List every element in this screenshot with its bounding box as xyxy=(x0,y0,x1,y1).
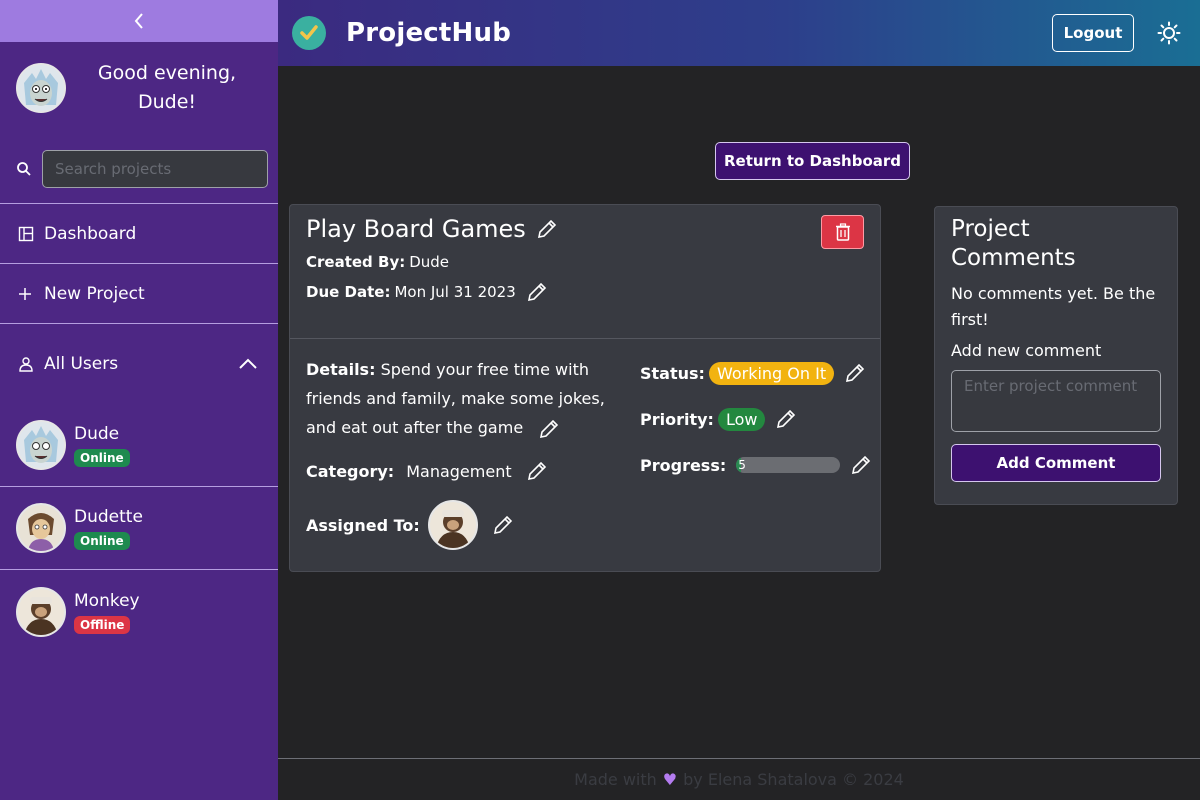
status-badge: Online xyxy=(74,449,130,467)
project-title: Play Board Games xyxy=(306,215,526,243)
search-icon xyxy=(17,161,31,176)
rick-avatar-icon xyxy=(18,422,64,468)
avatar xyxy=(16,420,66,470)
priority-badge: Low xyxy=(717,407,766,431)
search-row xyxy=(0,134,278,204)
project-card-header: Play Board Games Created By: Dude Due Da… xyxy=(290,205,880,339)
edit-category-pencil-icon[interactable] xyxy=(526,460,548,482)
dashboard-icon xyxy=(18,226,36,242)
status-badge: Online xyxy=(74,532,130,550)
edit-progress-pencil-icon[interactable] xyxy=(850,454,872,476)
edit-assignee-pencil-icon[interactable] xyxy=(492,514,514,536)
assignee-avatar[interactable] xyxy=(427,500,478,550)
progress-row: Progress: 5 xyxy=(640,451,872,479)
avatar xyxy=(16,503,66,553)
comments-card: Project Comments No comments yet. Be the… xyxy=(934,206,1178,505)
delete-project-button[interactable] xyxy=(821,215,864,249)
details-row: Details: Spend your free time with frien… xyxy=(306,355,636,442)
heart-icon: ♥ xyxy=(662,770,678,789)
due-date-label: Due Date: xyxy=(306,283,391,301)
project-title-row: Play Board Games xyxy=(306,215,864,243)
all-users-header[interactable]: All Users xyxy=(0,324,278,404)
search-input[interactable] xyxy=(42,149,268,188)
priority-label: Priority: xyxy=(640,409,714,429)
user-info: Dudette Online xyxy=(74,506,143,550)
assigned-label: Assigned To: xyxy=(306,515,420,535)
details-label: Details: xyxy=(306,360,376,379)
created-by-label: Created By: xyxy=(306,253,406,271)
all-users-label: All Users xyxy=(44,354,119,374)
project-card-body: Details: Spend your free time with frien… xyxy=(290,339,880,571)
user-info: Monkey Offline xyxy=(74,590,140,634)
check-logo-icon xyxy=(292,16,326,50)
status-row: Status: Working On It xyxy=(640,359,872,387)
created-by-value: Dude xyxy=(409,253,450,271)
edit-details-pencil-icon[interactable] xyxy=(538,418,560,440)
due-date-value: Mon Jul 31 2023 xyxy=(394,283,516,301)
sidebar-item-dashboard[interactable]: Dashboard xyxy=(0,204,278,264)
category-row: Category: Management xyxy=(306,460,636,482)
list-item[interactable]: Dudette Online xyxy=(0,487,278,570)
progress-bar: 5 xyxy=(736,457,840,473)
monkey-avatar-icon xyxy=(18,588,64,635)
priority-row: Priority: Low xyxy=(640,405,872,433)
dudette-avatar-icon xyxy=(18,505,64,551)
assigned-row: Assigned To: xyxy=(306,500,636,550)
project-card: Play Board Games Created By: Dude Due Da… xyxy=(289,204,881,572)
rick-avatar-icon xyxy=(18,65,64,111)
add-comment-button[interactable]: Add Comment xyxy=(951,444,1161,482)
user-info: Dude Online xyxy=(74,423,130,467)
status-badge: Working On It xyxy=(708,361,835,385)
add-comment-label: Add new comment xyxy=(951,341,1102,360)
progress-value: 5 xyxy=(738,458,746,472)
chevron-left-icon xyxy=(134,13,143,29)
trash-icon xyxy=(835,223,850,241)
list-item[interactable]: Dude Online xyxy=(0,404,278,487)
footer-made-with: Made with xyxy=(574,770,657,789)
collapse-sidebar-button[interactable] xyxy=(0,0,278,42)
top-header: ProjectHub Logout xyxy=(278,0,1200,66)
edit-title-pencil-icon[interactable] xyxy=(536,218,558,240)
user-list: Dude Online Dudette Online Monkey Offlin… xyxy=(0,404,278,653)
logout-button[interactable]: Logout xyxy=(1052,14,1134,52)
greeting-text: Good evening, Dude! xyxy=(97,62,237,113)
chevron-up-icon[interactable] xyxy=(238,358,258,370)
app-title: ProjectHub xyxy=(346,18,512,48)
sidebar: Good evening, Dude! Dashboard New Projec… xyxy=(0,0,278,800)
category-label: Category: xyxy=(306,461,395,481)
project-right-column: Status: Working On It Priority: Low Prog… xyxy=(640,359,872,497)
status-badge: Offline xyxy=(74,615,131,634)
user-icon xyxy=(18,356,36,372)
edit-priority-pencil-icon[interactable] xyxy=(775,408,797,430)
no-comments-text: No comments yet. Be the first! xyxy=(951,284,1156,329)
sidebar-item-label: Dashboard xyxy=(44,223,137,244)
edit-status-pencil-icon[interactable] xyxy=(844,362,866,384)
plus-icon xyxy=(18,287,36,301)
user-name: Dude xyxy=(74,424,120,444)
edit-due-date-pencil-icon[interactable] xyxy=(526,281,548,303)
user-name: Monkey xyxy=(74,590,140,611)
footer: Made with ♥ by Elena Shatalova © 2024 xyxy=(278,758,1200,800)
user-name: Dudette xyxy=(74,507,143,527)
created-by-row: Created By: Dude xyxy=(306,253,864,271)
sun-icon[interactable] xyxy=(1156,20,1182,46)
return-to-dashboard-button[interactable]: Return to Dashboard xyxy=(715,142,910,180)
comment-input[interactable] xyxy=(951,370,1161,432)
user-greeting: Good evening, Dude! xyxy=(0,42,278,134)
monkey-avatar-icon xyxy=(429,502,476,548)
comments-title: Project Comments xyxy=(951,216,1076,271)
list-item[interactable]: Monkey Offline xyxy=(0,570,278,653)
sidebar-item-new-project[interactable]: New Project xyxy=(0,264,278,324)
progress-label: Progress: xyxy=(640,455,727,475)
footer-credit: by Elena Shatalova © 2024 xyxy=(683,770,904,789)
avatar xyxy=(16,63,66,113)
avatar xyxy=(16,586,66,637)
project-left-column: Details: Spend your free time with frien… xyxy=(306,355,636,550)
status-label: Status: xyxy=(640,363,705,383)
due-date-row: Due Date: Mon Jul 31 2023 xyxy=(306,281,864,303)
category-value: Management xyxy=(406,461,512,481)
sidebar-item-label: New Project xyxy=(44,283,145,304)
